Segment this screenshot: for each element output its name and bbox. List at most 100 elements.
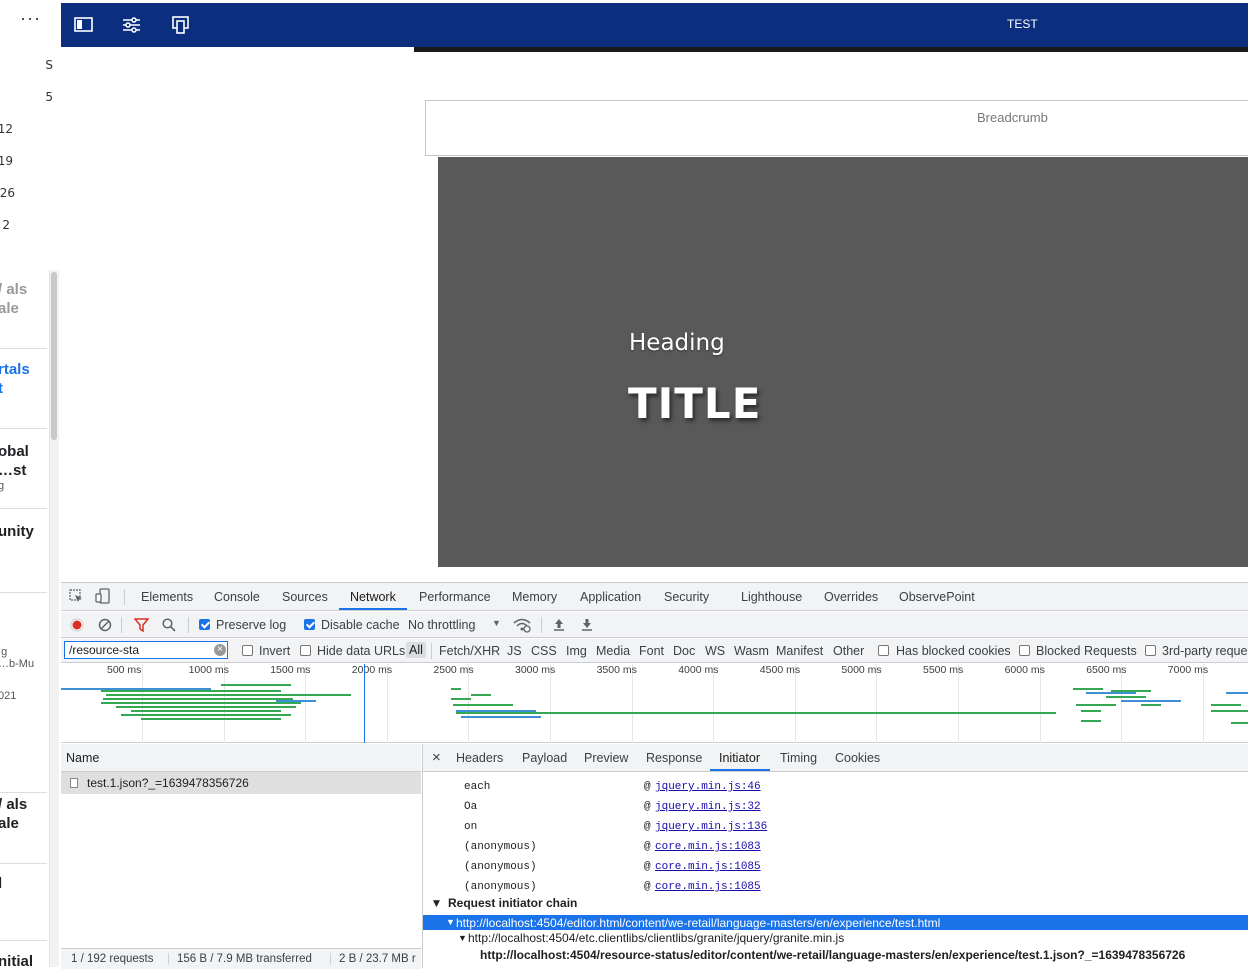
initiator-chain-header: Request initiator chain xyxy=(448,896,578,910)
stack-source-link[interactable]: jquery.min.js:32 xyxy=(655,801,761,813)
sidebar-card[interactable]: unity xyxy=(0,522,47,593)
type-filter-doc[interactable]: Doc xyxy=(673,644,695,658)
calendar-day[interactable]: 26 xyxy=(0,186,15,200)
detail-tab-payload[interactable]: Payload xyxy=(522,751,567,765)
tab-observepoint[interactable]: ObservePoint xyxy=(899,590,975,604)
filter-input[interactable]: /resource-sta xyxy=(64,641,228,659)
calendar-day[interactable]: 12 xyxy=(0,122,13,136)
preserve-log-checkbox[interactable] xyxy=(199,619,210,630)
tab-sources[interactable]: Sources xyxy=(282,590,328,604)
clear-icon[interactable] xyxy=(98,618,112,635)
sidebar-card[interactable]: rtals t xyxy=(0,360,47,429)
emulator-icon[interactable] xyxy=(170,15,192,35)
toggle-side-panel-icon[interactable] xyxy=(73,15,95,35)
chevron-down-icon[interactable]: ▼ xyxy=(458,933,467,943)
card-subtitle: b-Mu… xyxy=(0,658,35,670)
clear-filter-icon[interactable]: × xyxy=(214,644,226,656)
hide-data-urls-checkbox[interactable] xyxy=(300,645,311,656)
calendar-day[interactable]: 5 xyxy=(45,90,53,104)
invert-checkbox[interactable] xyxy=(242,645,253,656)
type-filter-img[interactable]: Img xyxy=(566,644,587,658)
timeline-tick-label: 6000 ms xyxy=(1004,664,1045,676)
timeline-tick-label: 1000 ms xyxy=(188,664,229,676)
page-properties-icon[interactable] xyxy=(121,15,143,35)
timeline-request-bar xyxy=(1231,722,1248,724)
chevron-down-icon[interactable]: ▼ xyxy=(492,618,501,628)
stack-source-link[interactable]: core.min.js:1083 xyxy=(655,841,761,853)
import-har-icon[interactable] xyxy=(553,617,565,634)
calendar-day[interactable]: S xyxy=(45,58,53,72)
type-filter-other[interactable]: Other xyxy=(833,644,864,658)
tab-lighthouse[interactable]: Lighthouse xyxy=(741,590,802,604)
tab-application[interactable]: Application xyxy=(580,590,641,604)
sidebar-card[interactable]: als / ale xyxy=(0,280,47,349)
tab-elements[interactable]: Elements xyxy=(141,590,193,604)
sidebar-scrollbar[interactable] xyxy=(49,270,59,967)
calendar-day[interactable]: 19 xyxy=(0,154,13,168)
type-filter-css[interactable]: CSS xyxy=(531,644,557,658)
sidebar-card[interactable]: l xyxy=(0,874,47,941)
close-icon[interactable]: × xyxy=(432,749,441,766)
type-filter-font[interactable]: Font xyxy=(639,644,664,658)
stack-source-link[interactable]: jquery.min.js:136 xyxy=(655,821,767,833)
hero-teaser[interactable]: Heading TITLE xyxy=(438,157,1248,567)
record-icon[interactable] xyxy=(70,618,84,635)
type-filter-manifest[interactable]: Manifest xyxy=(776,644,823,658)
tab-network[interactable]: Network xyxy=(350,590,396,604)
blocked-requests-checkbox[interactable] xyxy=(1019,645,1030,656)
timeline-tick-label: 4000 ms xyxy=(678,664,719,676)
has-blocked-cookies-checkbox[interactable] xyxy=(878,645,889,656)
third-party-checkbox[interactable] xyxy=(1145,645,1156,656)
tab-security[interactable]: Security xyxy=(664,590,709,604)
stack-source-link[interactable]: jquery.min.js:46 xyxy=(655,781,761,793)
type-filter-fetch[interactable]: Fetch/XHR xyxy=(439,644,500,658)
breadcrumb-component[interactable]: Breadcrumb xyxy=(425,100,1248,156)
chevron-down-icon[interactable]: ▼ xyxy=(433,899,440,909)
more-icon[interactable]: ··· xyxy=(20,8,41,29)
scrollbar-thumb[interactable] xyxy=(51,272,57,440)
detail-tab-response[interactable]: Response xyxy=(646,751,702,765)
type-filter-all[interactable]: All xyxy=(406,642,426,658)
divider xyxy=(414,47,1248,52)
tab-overrides[interactable]: Overrides xyxy=(824,590,878,604)
search-icon[interactable] xyxy=(162,618,176,635)
detail-tab-headers[interactable]: Headers xyxy=(456,751,503,765)
timeline-request-bar xyxy=(116,706,296,708)
sidebar-card[interactable]: nitial xyxy=(0,952,47,967)
stack-source-link[interactable]: core.min.js:1085 xyxy=(655,881,761,893)
timeline-request-bar xyxy=(1073,688,1103,690)
stack-function: (anonymous) xyxy=(464,881,537,893)
stack-at-symbol: @ xyxy=(644,801,651,813)
type-filter-ws[interactable]: WS xyxy=(705,644,725,658)
tab-performance[interactable]: Performance xyxy=(419,590,491,604)
filter-icon[interactable] xyxy=(133,618,150,635)
detail-tab-timing[interactable]: Timing xyxy=(780,751,817,765)
device-toolbar-icon[interactable] xyxy=(95,588,111,607)
export-har-icon[interactable] xyxy=(581,617,593,634)
chain-url: http://localhost:4504/editor.html/conten… xyxy=(456,916,941,930)
initiator-chain-item-selected[interactable]: http://localhost:4504/resource-status/ed… xyxy=(480,948,1185,962)
initiator-chain-item[interactable]: http://localhost:4504/etc.clientlibs/cli… xyxy=(468,931,844,945)
network-conditions-icon[interactable] xyxy=(513,617,531,636)
inspect-icon[interactable] xyxy=(69,589,83,606)
stack-function: Oa xyxy=(464,801,478,813)
tab-console[interactable]: Console xyxy=(214,590,260,604)
throttling-select[interactable]: No throttling xyxy=(408,618,475,632)
tab-memory[interactable]: Memory xyxy=(512,590,557,604)
type-filter-media[interactable]: Media xyxy=(596,644,630,658)
type-filter-wasm[interactable]: Wasm xyxy=(734,644,769,658)
sidebar-card[interactable]: obal st… g xyxy=(0,442,47,509)
sidebar-card[interactable]: g; b-Mu… 021 xyxy=(0,646,47,776)
detail-tab-preview[interactable]: Preview xyxy=(584,751,628,765)
request-row[interactable]: test.1.json?_=1639478356726 xyxy=(61,772,421,794)
disable-cache-checkbox[interactable] xyxy=(304,619,315,630)
network-overview-timeline[interactable]: 500 ms 1000 ms 1500 ms 2000 ms 2500 ms 3000 m… xyxy=(61,664,1248,743)
name-column-header[interactable]: Name xyxy=(61,744,421,772)
detail-tab-initiator[interactable]: Initiator xyxy=(719,751,760,765)
detail-tab-cookies[interactable]: Cookies xyxy=(835,751,880,765)
sidebar-card[interactable]: als / ale xyxy=(0,792,47,864)
initiator-chain-item[interactable]: ▼ http://localhost:4504/editor.html/cont… xyxy=(423,915,1248,930)
calendar-day[interactable]: 2 xyxy=(2,218,10,232)
stack-source-link[interactable]: core.min.js:1085 xyxy=(655,861,761,873)
type-filter-js[interactable]: JS xyxy=(507,644,522,658)
